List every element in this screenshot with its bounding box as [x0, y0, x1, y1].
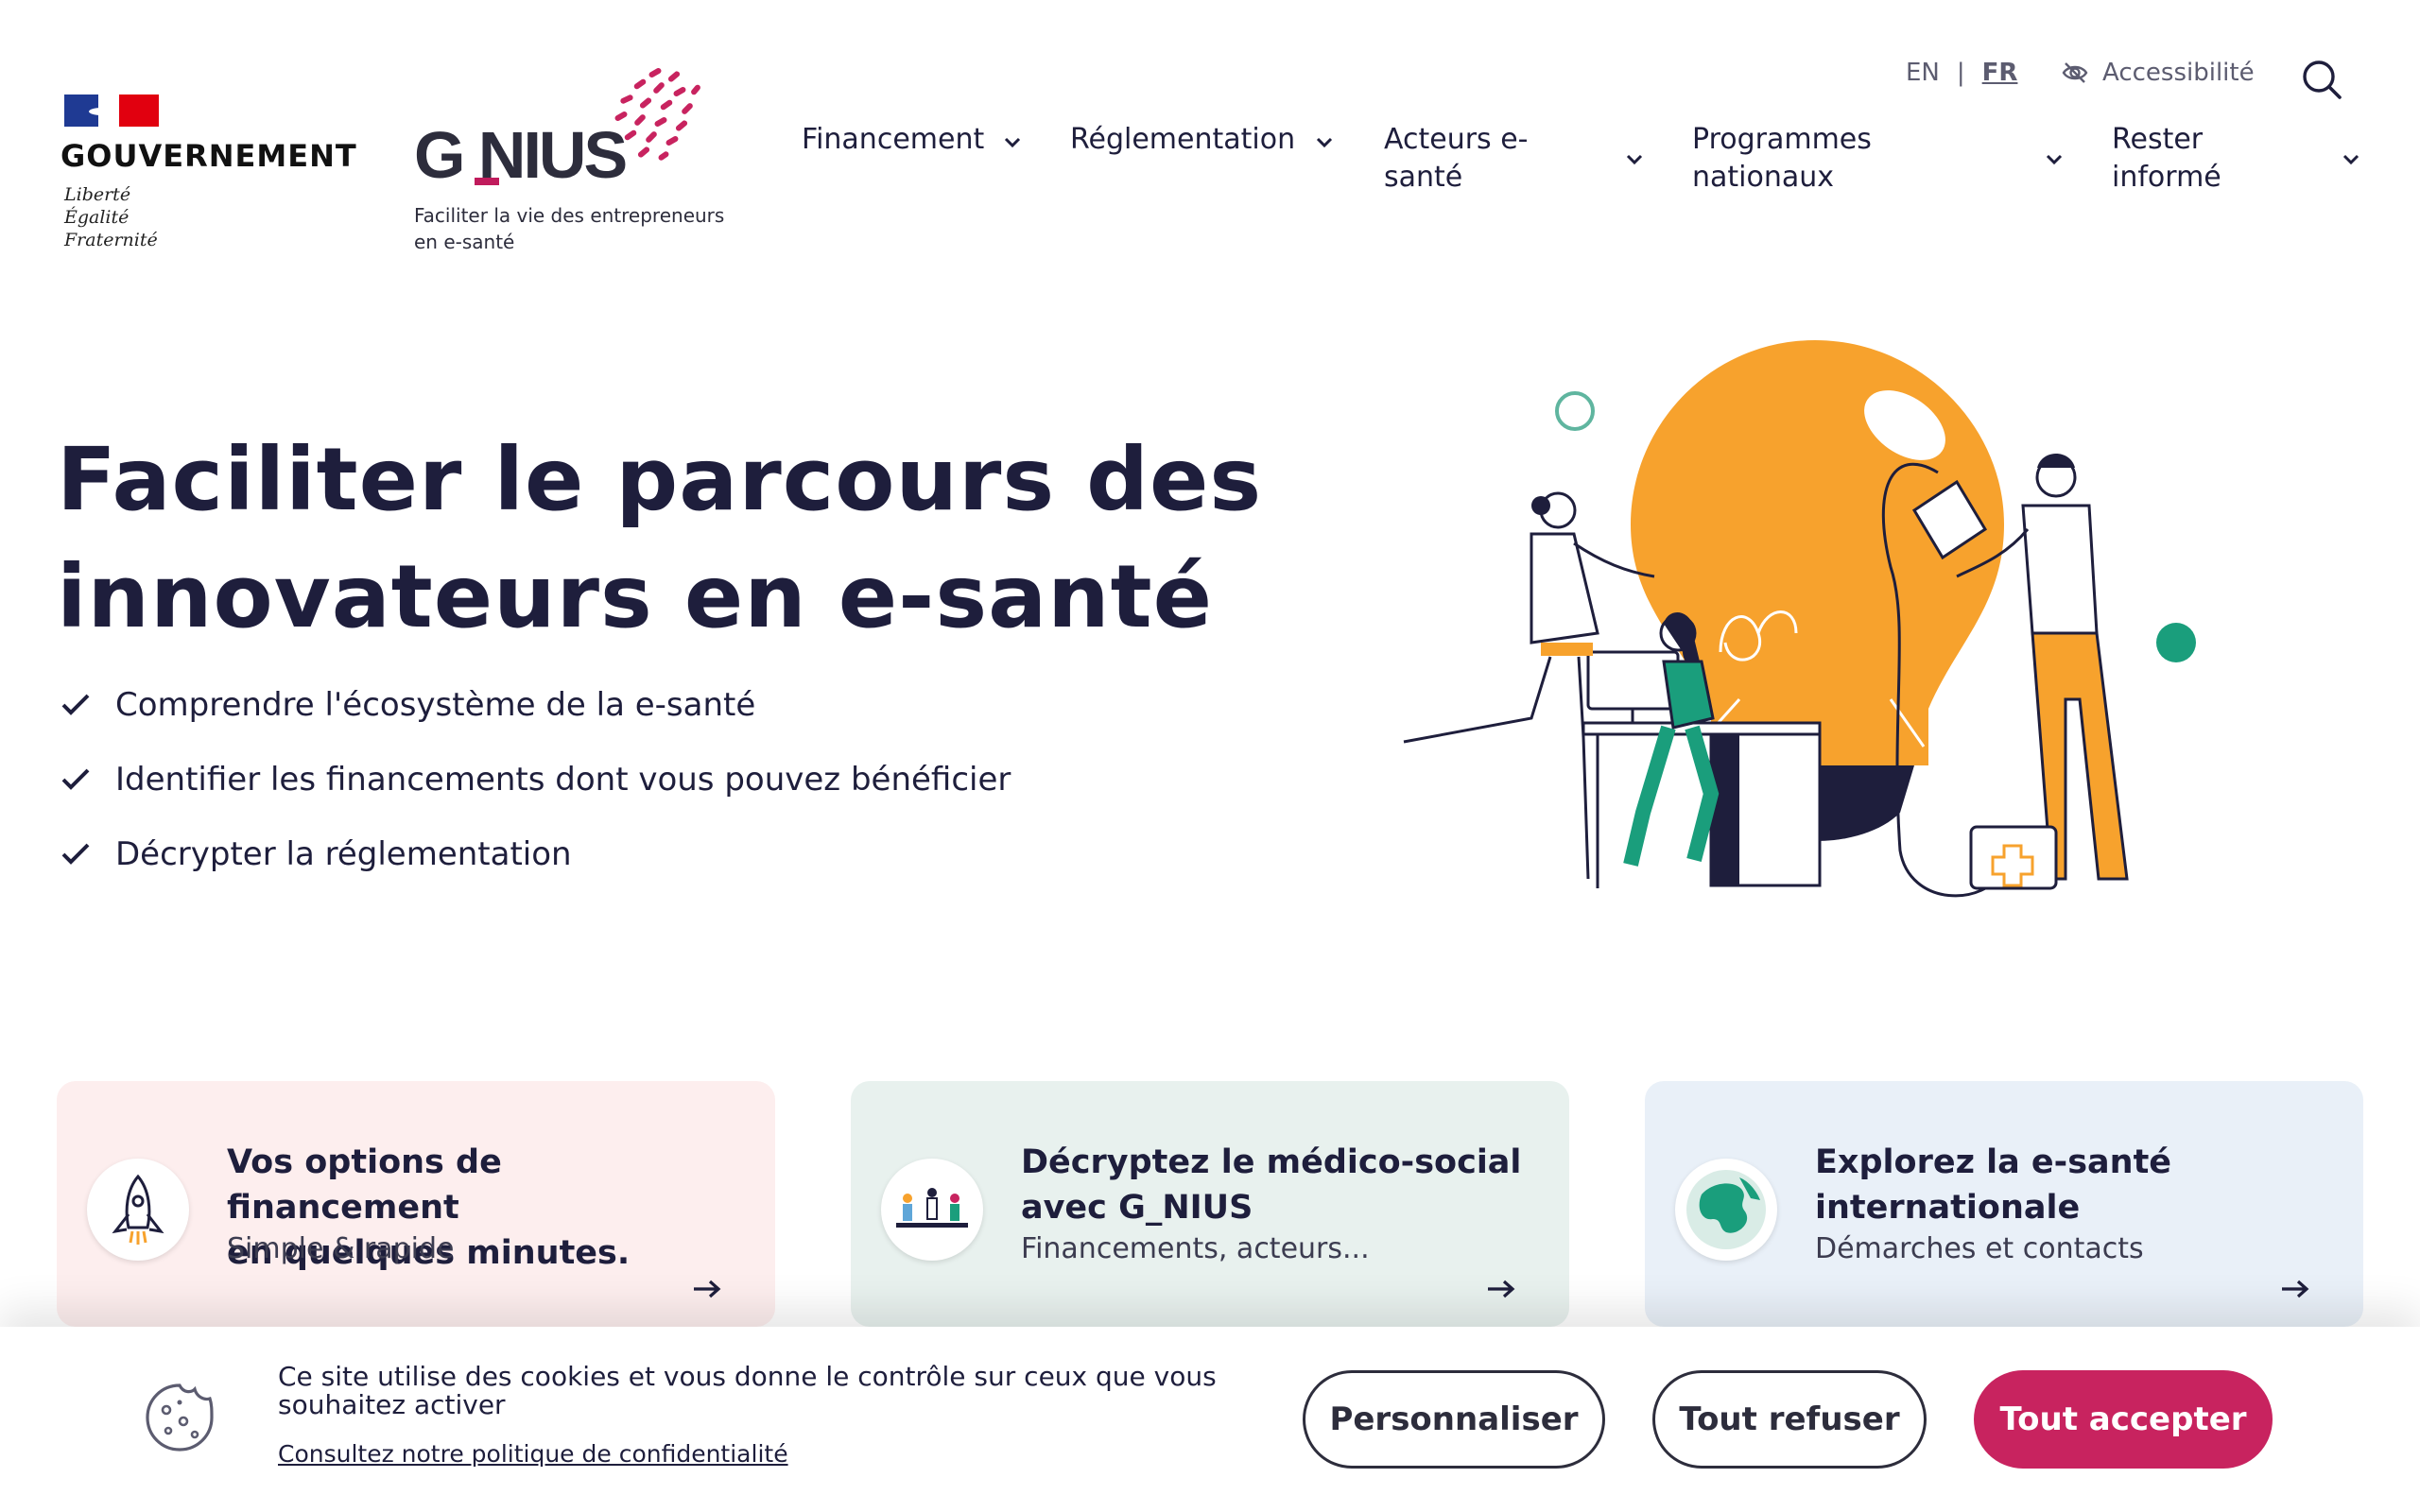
arrow-right-icon: [2282, 1280, 2309, 1298]
checkmark-icon: [61, 768, 90, 790]
lang-fr-link[interactable]: FR: [1982, 59, 2018, 87]
main-navigation: Financement Réglementation Acteurs e- sa…: [0, 121, 2420, 197]
chevron-down-icon: [2342, 154, 2360, 165]
hero-bullet-list: Comprendre l'écosystème de la e-santé Id…: [60, 686, 1011, 910]
list-item: Comprendre l'écosystème de la e-santé: [60, 686, 1011, 724]
card-financement[interactable]: Vos options de financement en quelques m…: [57, 1081, 775, 1327]
rocket-icon: [87, 1159, 189, 1261]
card-title: Décryptez le médico-social avec G_NIUS: [1021, 1143, 1522, 1227]
eye-slash-icon: [2062, 62, 2088, 83]
privacy-policy-link[interactable]: Consultez notre politique de confidentia…: [278, 1440, 788, 1468]
card-international[interactable]: Explorez la e-santé internationale Démar…: [1645, 1081, 2363, 1327]
card-medico-social[interactable]: Décryptez le médico-social avec G_NIUS F…: [851, 1081, 1569, 1327]
decor-dot: [2156, 623, 2196, 662]
chevron-down-icon: [1004, 137, 1021, 148]
card-title: Explorez la e-santé internationale: [1815, 1143, 2172, 1227]
lang-separator: |: [1956, 59, 1965, 87]
lang-en-link[interactable]: EN: [1906, 59, 1940, 87]
card-subtitle: Démarches et contacts: [1815, 1232, 2144, 1265]
checkmark-icon: [61, 843, 90, 865]
accessibility-label: Accessibilité: [2102, 59, 2255, 87]
globe-icon: [1675, 1159, 1777, 1261]
people-icon: [881, 1159, 983, 1261]
chevron-down-icon: [2046, 154, 2063, 165]
nav-item-reglementation[interactable]: Réglementation: [1070, 121, 1344, 159]
card-subtitle: Financements, acteurs...: [1021, 1232, 1370, 1265]
search-icon[interactable]: [2301, 59, 2342, 100]
chevron-down-icon: [1316, 137, 1333, 148]
hero-illustration: [1403, 340, 2196, 898]
checkmark-icon: [61, 694, 90, 715]
chevron-down-icon: [1626, 154, 1643, 165]
cookie-icon: [146, 1383, 214, 1452]
list-item: Décrypter la réglementation: [60, 835, 1011, 873]
nav-item-financement[interactable]: Financement: [802, 121, 1028, 159]
customize-cookies-button[interactable]: Personnaliser: [1303, 1370, 1605, 1469]
arrow-right-icon: [694, 1280, 721, 1298]
accessibility-button[interactable]: Accessibilité: [2061, 59, 2255, 87]
decor-ring: [1555, 391, 1595, 431]
language-switch: EN | FR: [1906, 59, 2017, 87]
nav-item-rester-informe[interactable]: Rester informé: [2112, 121, 2377, 197]
gnius-tagline: Faciliter la vie des entrepreneurs en e-…: [414, 204, 725, 253]
accept-all-cookies-button[interactable]: Tout accepter: [1974, 1370, 2273, 1469]
cookie-banner: Ce site utilise des cookies et vous donn…: [0, 1327, 2420, 1512]
hero-title: Faciliter le parcours des innovateurs en…: [57, 429, 1263, 647]
nav-item-acteurs-esante[interactable]: Acteurs e- santé: [1384, 121, 1658, 197]
cookie-message: Ce site utilise des cookies et vous donn…: [278, 1361, 1217, 1420]
list-item: Identifier les financements dont vous po…: [60, 761, 1011, 799]
refuse-all-cookies-button[interactable]: Tout refuser: [1652, 1370, 1927, 1469]
card-subtitle: Simple & rapide: [227, 1232, 455, 1265]
nav-item-programmes-nationaux[interactable]: Programmes nationaux: [1692, 121, 2070, 197]
arrow-right-icon: [1488, 1280, 1515, 1298]
